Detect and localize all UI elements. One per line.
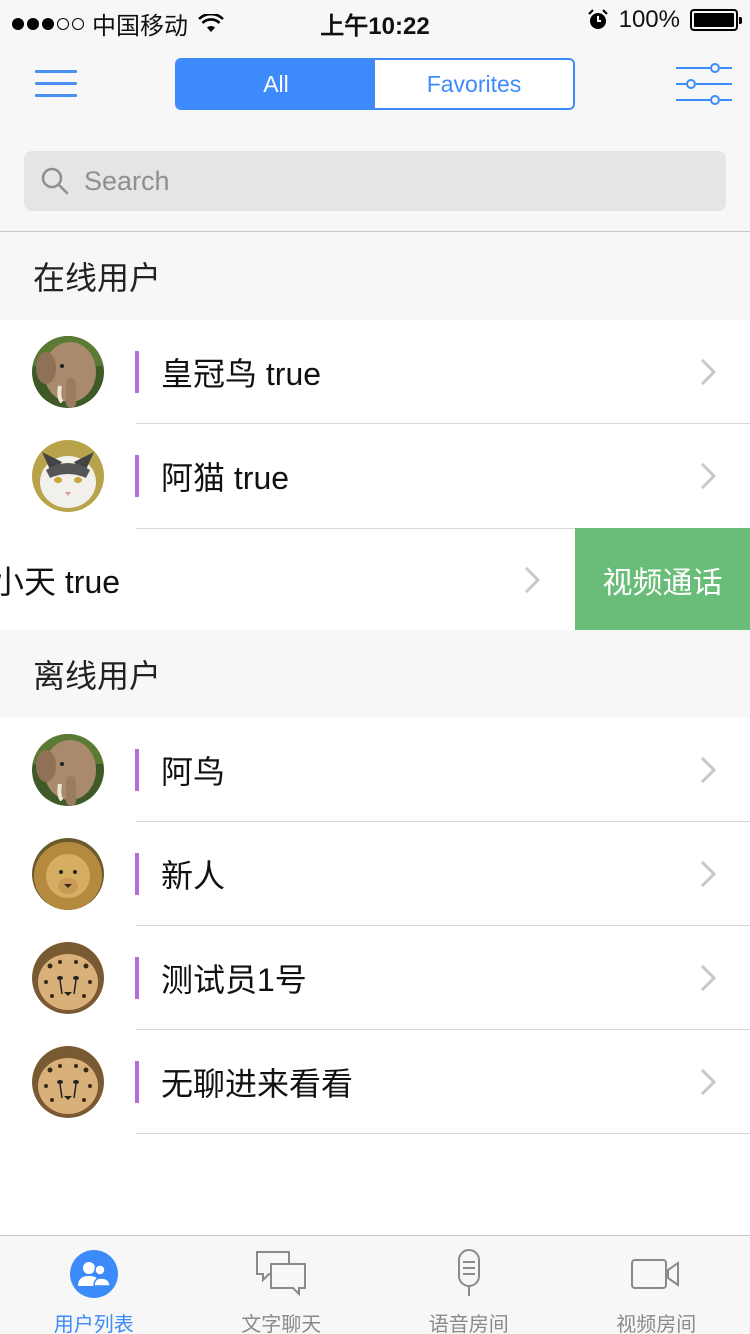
cat-avatar xyxy=(32,440,104,512)
filter-settings-icon[interactable] xyxy=(676,62,732,106)
section-header-offline: 离线用户 xyxy=(0,630,750,718)
user-row-6[interactable]: 无聊进来看看 xyxy=(0,1030,750,1134)
offline-user-list: 阿鸟 新人 测试员1号 无聊进来看看 xyxy=(0,718,750,1134)
row-marker xyxy=(135,455,139,497)
cheetah-avatar xyxy=(32,1046,104,1118)
status-bar: 中国移动 上午10:22 100% xyxy=(0,0,750,40)
user-row-5[interactable]: 测试员1号 xyxy=(0,926,750,1030)
section-header-online: 在线用户 xyxy=(0,232,750,320)
user-name: 小天 true xyxy=(0,564,121,600)
segment-all[interactable]: All xyxy=(177,60,375,108)
online-user-list: 皇冠鸟 true 阿猫 true 小天 true 视频通话 xyxy=(0,320,750,632)
chevron-right-icon xyxy=(700,1068,716,1096)
user-row-0[interactable]: 皇冠鸟 true xyxy=(0,320,750,424)
tab-label: 视频房间 xyxy=(616,1314,697,1334)
tab-label: 文字聊天 xyxy=(241,1314,322,1334)
elephant-avatar xyxy=(32,336,104,408)
row-marker xyxy=(135,351,139,393)
user-row-3[interactable]: 阿鸟 xyxy=(0,718,750,822)
chevron-right-icon xyxy=(700,964,716,992)
chevron-right-icon xyxy=(700,358,716,386)
video-camera-icon xyxy=(631,1259,680,1289)
tab-voice-room[interactable]: 语音房间 xyxy=(375,1236,563,1334)
tab-user-list[interactable]: 用户列表 xyxy=(0,1236,188,1334)
users-icon xyxy=(69,1250,118,1298)
search-input[interactable] xyxy=(84,165,684,197)
user-name: 测试员1号 xyxy=(161,962,307,998)
row-marker xyxy=(135,749,139,791)
user-name: 无聊进来看看 xyxy=(161,1066,354,1102)
user-row-4[interactable]: 新人 xyxy=(0,822,750,926)
user-name: 阿鸟 xyxy=(161,754,226,790)
status-right: 100% xyxy=(587,6,742,34)
battery-icon xyxy=(690,9,742,31)
row-marker xyxy=(135,957,139,999)
search-bar xyxy=(24,151,726,211)
tab-bar: 用户列表 文字聊天 语音房间 视频房间 xyxy=(0,1235,750,1334)
user-name: 新人 xyxy=(161,858,226,894)
tab-video-room[interactable]: 视频房间 xyxy=(563,1236,750,1334)
chevron-right-icon xyxy=(700,462,716,490)
user-name: 皇冠鸟 true xyxy=(161,356,322,392)
battery-percent: 100% xyxy=(618,6,680,33)
row-marker xyxy=(135,1061,139,1103)
navigation-bar: All Favorites xyxy=(0,40,750,130)
segment-favorites[interactable]: Favorites xyxy=(375,60,573,108)
chevron-right-icon xyxy=(524,566,540,594)
lion-avatar xyxy=(32,838,104,910)
chevron-right-icon xyxy=(700,860,716,888)
search-icon xyxy=(41,167,69,195)
cheetah-avatar xyxy=(32,942,104,1014)
alarm-clock-icon xyxy=(587,9,608,29)
user-row-1[interactable]: 阿猫 true xyxy=(0,424,750,528)
list-empty-space xyxy=(0,1134,750,1235)
tab-text-chat[interactable]: 文字聊天 xyxy=(188,1236,376,1334)
row-marker xyxy=(135,853,139,895)
chevron-right-icon xyxy=(700,756,716,784)
hamburger-menu-icon[interactable] xyxy=(35,70,77,100)
video-call-button[interactable]: 视频通话 xyxy=(575,528,750,632)
chat-icon xyxy=(256,1251,307,1297)
microphone-icon xyxy=(457,1249,480,1296)
elephant-avatar xyxy=(32,734,104,806)
user-row-swiped[interactable]: 小天 true 视频通话 xyxy=(0,528,750,632)
tab-label: 用户列表 xyxy=(53,1314,134,1334)
tab-label: 语音房间 xyxy=(428,1314,509,1334)
user-name: 阿猫 true xyxy=(161,460,290,496)
segmented-control: All Favorites xyxy=(175,58,575,110)
